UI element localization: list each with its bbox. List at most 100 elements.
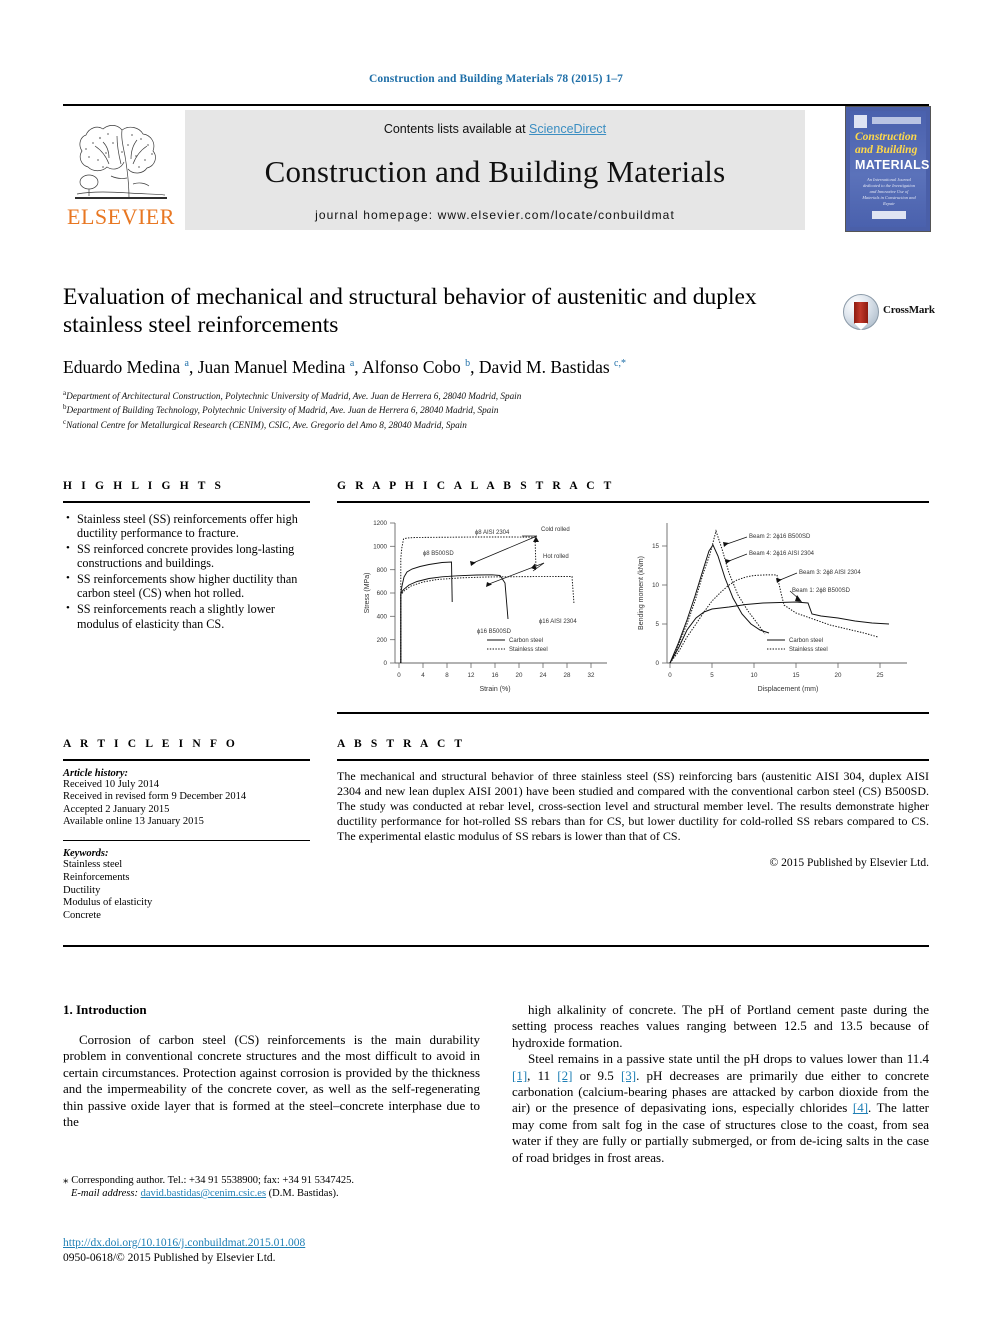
highlights-section: H I G H L I G H T S Stainless steel (SS)…: [63, 480, 310, 632]
doi-link[interactable]: http://dx.doi.org/10.1016/j.conbuildmat.…: [63, 1237, 305, 1249]
graphical-abstract-bottom-rule: [337, 712, 929, 714]
svg-text:ɸ16 B500SD: ɸ16 B500SD: [477, 629, 512, 635]
svg-text:5: 5: [656, 621, 660, 628]
journal-title: Construction and Building Materials: [264, 154, 726, 189]
keyword-item: Modulus of elasticity: [63, 897, 153, 909]
running-head: Construction and Building Materials 78 (…: [368, 73, 624, 85]
email-label: E-mail address:: [71, 1188, 138, 1199]
crossmark-label: CrossMark: [883, 304, 935, 316]
svg-text:Stainless steel: Stainless steel: [509, 647, 548, 653]
citation-link-3[interactable]: [3]: [621, 1068, 636, 1083]
sciencedirect-link[interactable]: ScienceDirect: [529, 122, 606, 136]
citation-link-2[interactable]: [2]: [557, 1068, 572, 1083]
email-line: E-mail address: david.bastidas@cenim.csi…: [63, 1187, 480, 1200]
abstract-heading: A B S T R A C T: [337, 738, 466, 750]
graphical-abstract-rule: [337, 501, 929, 503]
list-item: SS reinforced concrete provides long-las…: [66, 541, 310, 571]
keyword-item: Reinforcements: [63, 871, 130, 883]
affiliation-marker: a: [184, 358, 189, 369]
cover-logo-square: [854, 115, 867, 128]
affiliation-marker: b: [465, 358, 471, 369]
svg-text:600: 600: [377, 590, 388, 597]
svg-text:10: 10: [751, 672, 758, 679]
svg-text:Stainless steel: Stainless steel: [789, 647, 828, 653]
svg-text:Displacement (mm): Displacement (mm): [758, 686, 819, 693]
svg-text:10: 10: [652, 582, 659, 589]
journal-masthead: ELSEVIER Contents lists available at Sci…: [63, 104, 931, 232]
svg-text:8: 8: [445, 672, 449, 679]
article-info-section: A R T I C L E I N F O Article history: R…: [63, 738, 310, 922]
email-owner: (D.M. Bastidas).: [268, 1188, 339, 1199]
svg-text:Carbon steel: Carbon steel: [789, 638, 823, 644]
keyword-item: Concrete: [63, 909, 101, 921]
citation-link-1[interactable]: [1]: [512, 1068, 527, 1083]
body-column-left: 1. Introduction Corrosion of carbon stee…: [63, 1002, 480, 1130]
abstract-rule: [337, 759, 929, 761]
list-item: SS reinforcements show higher ductility …: [66, 571, 310, 601]
para-text: , 11: [527, 1067, 558, 1083]
asterisk-icon: ⁎: [63, 1174, 72, 1186]
svg-text:Beam 2: 2ɸ16 B500SD: Beam 2: 2ɸ16 B500SD: [749, 534, 811, 540]
svg-text:Hot rolled: Hot rolled: [543, 554, 569, 560]
article-first-page: Construction and Building Materials 78 (…: [0, 0, 992, 1323]
svg-text:Carbon steel: Carbon steel: [509, 638, 543, 644]
highlights-rule: [63, 501, 310, 503]
svg-text:Strain (%): Strain (%): [479, 686, 510, 693]
citation-link-4[interactable]: [4]: [853, 1100, 868, 1115]
cover-title-line-3: MATERIALS: [855, 158, 930, 172]
crossmark-badge[interactable]: CrossMark: [843, 292, 939, 332]
affiliation-line: bDepartment of Building Technology, Poly…: [63, 402, 823, 417]
keyword-item: Stainless steel: [63, 859, 123, 871]
title-block: Evaluation of mechanical and structural …: [63, 283, 823, 432]
svg-text:20: 20: [516, 672, 523, 679]
affiliation-text: Department of Building Technology, Polyt…: [66, 405, 499, 416]
affiliation-line: cNational Centre for Metallurgical Resea…: [63, 417, 823, 432]
journal-cover-thumbnail: Construction and Building MATERIALS An I…: [845, 106, 931, 232]
cover-top-bar: [872, 117, 921, 124]
svg-text:5: 5: [710, 672, 714, 679]
graphical-abstract-section: G R A P H I C A L A B S T R A C T 0 200 …: [337, 480, 929, 707]
svg-text:0: 0: [397, 672, 401, 679]
svg-text:Bending moment (kNm): Bending moment (kNm): [638, 556, 645, 630]
email-link[interactable]: david.bastidas@cenim.csic.es: [141, 1188, 266, 1199]
svg-text:400: 400: [377, 613, 388, 620]
list-item: Stainless steel (SS) reinforcements offe…: [66, 510, 310, 541]
svg-text:0: 0: [384, 660, 388, 667]
svg-text:800: 800: [377, 566, 388, 573]
svg-text:0: 0: [656, 660, 660, 667]
elsevier-tree-icon: [73, 112, 169, 200]
keywords-label: Keywords:: [63, 848, 109, 860]
svg-text:Stress (MPa): Stress (MPa): [364, 572, 371, 613]
masthead-top-rule: [63, 104, 929, 106]
para-text: Steel remains in a passive state until t…: [528, 1051, 929, 1067]
body-column-right: high alkalinity of concrete. The pH of P…: [512, 1002, 929, 1166]
svg-text:ɸ8 B500SD: ɸ8 B500SD: [423, 551, 454, 557]
article-history-item: Received 10 July 2014: [63, 778, 159, 790]
section-title-introduction: 1. Introduction: [63, 1002, 147, 1017]
cover-footer-bar: [872, 211, 906, 219]
body-separator-rule: [63, 945, 929, 947]
article-info-rule: [63, 759, 310, 761]
cover-title-line-2: and Building: [855, 144, 918, 156]
cover-blurb: An International Journal dedicated to th…: [862, 177, 916, 206]
corresponding-author-line: ⁎ Corresponding author. Tel.: +34 91 553…: [63, 1174, 480, 1187]
doi-block: http://dx.doi.org/10.1016/j.conbuildmat.…: [63, 1233, 543, 1265]
journal-homepage[interactable]: journal homepage: www.elsevier.com/locat…: [185, 208, 805, 222]
svg-text:28: 28: [564, 672, 571, 679]
abstract-section: A B S T R A C T The mechanical and struc…: [337, 738, 929, 869]
intro-paragraph-right-1: high alkalinity of concrete. The pH of P…: [512, 1002, 929, 1050]
author-list: Eduardo Medina a, Juan Manuel Medina a, …: [63, 356, 626, 377]
list-item: SS reinforcements reach a slightly lower…: [66, 601, 310, 631]
svg-text:Beam 4: 2ɸ16 AISI 2304: Beam 4: 2ɸ16 AISI 2304: [749, 551, 815, 557]
svg-text:15: 15: [652, 543, 659, 550]
svg-text:16: 16: [492, 672, 499, 679]
svg-text:15: 15: [793, 672, 800, 679]
svg-text:12: 12: [468, 672, 475, 679]
intro-paragraph-left: Corrosion of carbon steel (CS) reinforce…: [63, 1032, 480, 1130]
svg-text:ɸ8 AISI 2304: ɸ8 AISI 2304: [475, 530, 510, 536]
page-title: Evaluation of mechanical and structural …: [63, 284, 757, 338]
article-history-item: Received in revised form 9 December 2014: [63, 791, 247, 803]
abstract-copyright: © 2015 Published by Elsevier Ltd.: [769, 856, 929, 869]
affiliation-text: National Centre for Metallurgical Resear…: [66, 420, 467, 431]
cover-title-line-1: Construction: [855, 131, 917, 143]
